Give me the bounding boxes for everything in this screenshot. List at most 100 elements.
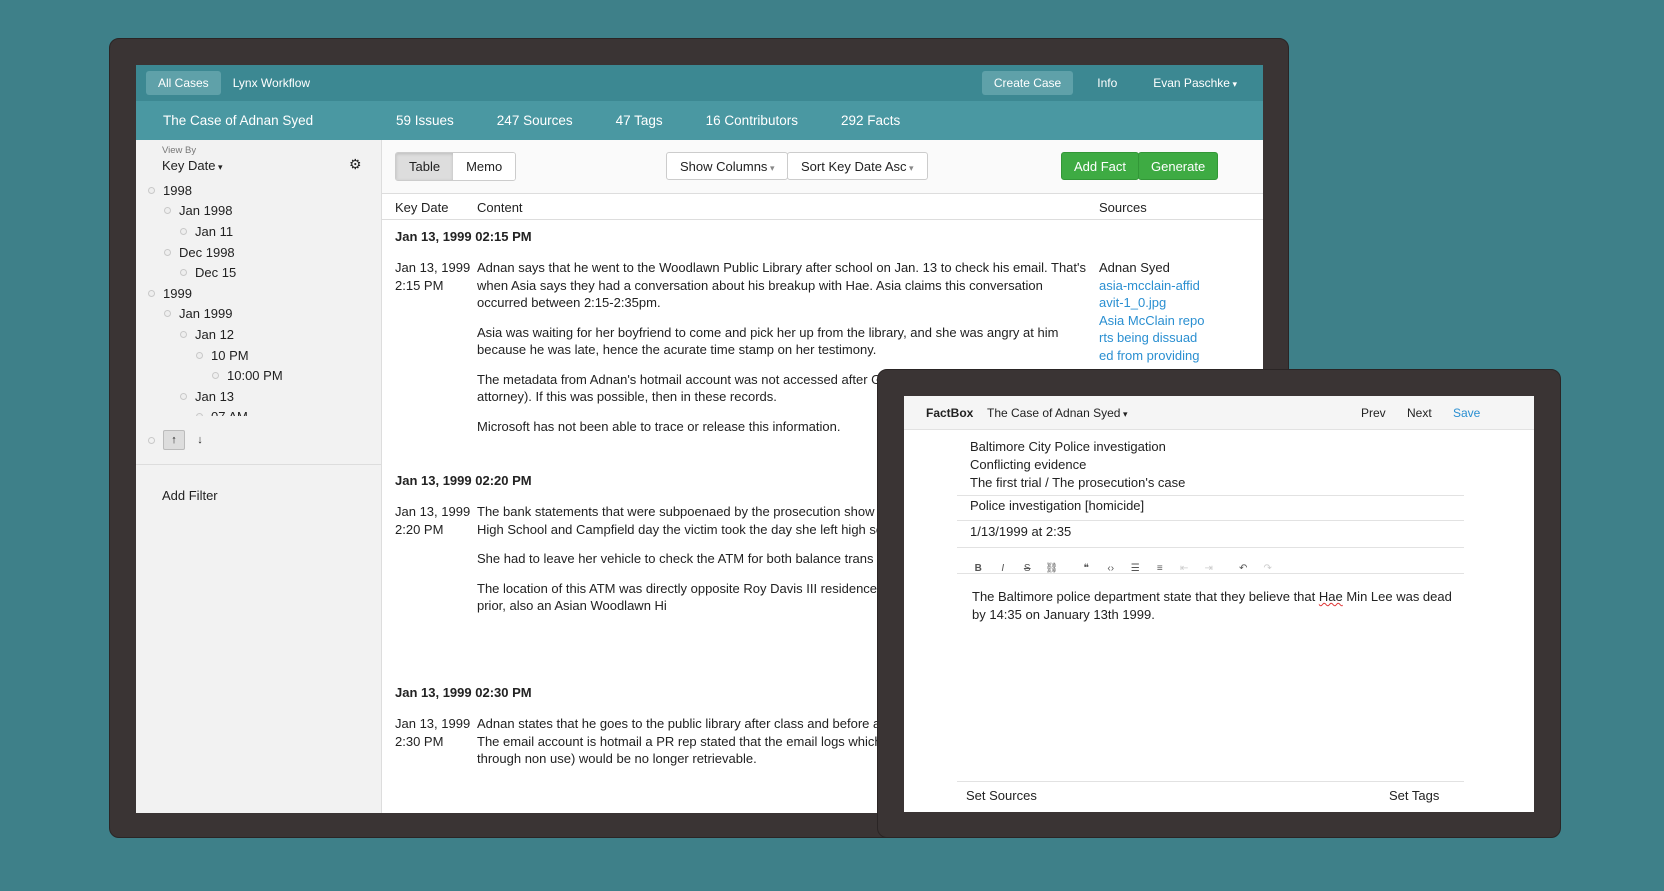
factbox-case-dropdown[interactable]: The Case of Adnan Syed — [987, 406, 1127, 420]
add-fact-button[interactable]: Add Fact — [1061, 152, 1140, 180]
source-link[interactable]: Asia McClain repo rts being dissuad ed f… — [1099, 312, 1207, 365]
tree-node-label: Dec 1998 — [179, 244, 235, 260]
fact-paragraph: Asia was waiting for her boyfriend to co… — [477, 324, 1059, 358]
issue-item: The first trial / The prosecution's case — [970, 475, 1186, 490]
col-key-date[interactable]: Key Date — [395, 200, 448, 215]
tree-node[interactable]: 07 AM — [148, 407, 373, 416]
group-heading: Jan 13, 1999 02:20 PM — [395, 473, 532, 488]
date-tree: 1998 Jan 1998 Jan 11 Dec 1998 Dec 15 1999 Jan … — [148, 180, 373, 416]
tree-node[interactable]: 1999 — [148, 283, 373, 304]
view-toggle: Table Memo — [395, 152, 517, 181]
tree-node[interactable]: Jan 1998 — [148, 201, 373, 222]
stat-sources[interactable]: 247 Sources — [497, 113, 573, 128]
issue-item: Baltimore City Police investigation — [970, 439, 1166, 454]
fact-editor[interactable]: The Baltimore police department state th… — [972, 588, 1462, 624]
next-button[interactable]: Next — [1407, 406, 1432, 420]
nav-workflow[interactable]: Lynx Workflow — [221, 71, 322, 95]
row-date: Jan 13, 1999 2:20 PM — [395, 504, 471, 537]
table-view-button[interactable]: Table — [396, 153, 454, 180]
issues-list[interactable]: Baltimore City Police investigation Conf… — [970, 438, 1185, 492]
factbox-screen: FactBox The Case of Adnan Syed Prev Next… — [904, 396, 1534, 812]
stat-contributors[interactable]: 16 Contributors — [706, 113, 798, 128]
source-link[interactable]: asia-mcclain-affid avit-1_0.jpg — [1099, 277, 1207, 312]
divider — [957, 781, 1464, 782]
generate-button[interactable]: Generate — [1138, 152, 1219, 180]
user-menu[interactable]: Evan Paschke — [1141, 71, 1249, 95]
tree-node[interactable]: Dec 15 — [148, 262, 373, 283]
divider — [957, 520, 1464, 521]
case-summary-bar: The Case of Adnan Syed 59 Issues 247 Sou… — [136, 101, 1263, 140]
tree-node[interactable]: Jan 11 — [148, 221, 373, 242]
tree-dot — [180, 269, 187, 277]
sort-dropdown[interactable]: Sort Key Date Asc — [787, 152, 928, 180]
set-sources-link[interactable]: Set Sources — [966, 788, 1037, 803]
prev-button[interactable]: Prev — [1361, 406, 1386, 420]
tree-dot — [196, 351, 203, 359]
tree-node[interactable]: 10 PM — [148, 345, 373, 366]
memo-view-button[interactable]: Memo — [453, 153, 516, 180]
tree-dot — [148, 436, 155, 444]
factbox-navbar: FactBox The Case of Adnan Syed Prev Next… — [904, 396, 1534, 430]
tree-dot — [164, 248, 171, 256]
tree-node-label: Jan 11 — [195, 223, 234, 239]
tree-node[interactable]: 1998 — [148, 180, 373, 201]
row-date: Jan 13, 1999 2:15 PM — [395, 260, 471, 293]
spellcheck-word: Hae — [1318, 589, 1343, 604]
stat-facts[interactable]: 292 Facts — [841, 113, 900, 128]
tree-node-label: 1999 — [163, 285, 192, 301]
tree-nav: ↑ ↓ — [148, 430, 215, 450]
show-columns-dropdown[interactable]: Show Columns — [666, 152, 789, 180]
fact-toolbar: Table Memo Show Columns Sort Key Date As… — [382, 140, 1263, 194]
col-content[interactable]: Content — [477, 200, 523, 215]
fact-date-field[interactable]: 1/13/1999 at 2:35 — [970, 523, 1071, 541]
tree-dot — [212, 372, 219, 380]
set-tags-link[interactable]: Set Tags — [1389, 788, 1439, 803]
tree-dot — [180, 330, 187, 338]
tree-node-label: Jan 1998 — [179, 203, 233, 219]
save-button[interactable]: Save — [1453, 406, 1480, 420]
row-sources: Adnan Syed asia-mcclain-affid avit-1_0.j… — [1099, 259, 1207, 364]
tree-dot — [164, 310, 171, 318]
create-case-button[interactable]: Create Case — [981, 71, 1074, 95]
arrow-down-icon[interactable]: ↓ — [189, 430, 211, 450]
tree-node-label: Jan 1999 — [179, 306, 233, 322]
nav-all-cases[interactable]: All Cases — [146, 71, 221, 95]
view-by-caption: View By — [162, 145, 197, 156]
tree-node[interactable]: Dec 1998 — [148, 242, 373, 263]
col-sources[interactable]: Sources — [1099, 200, 1147, 215]
stat-tags[interactable]: 47 Tags — [616, 113, 663, 128]
sidebar-divider — [136, 464, 381, 465]
divider — [957, 573, 1464, 574]
gear-icon[interactable]: ⚙ — [349, 156, 362, 173]
tree-dot — [164, 207, 171, 215]
view-by-dropdown[interactable]: Key Date — [162, 158, 223, 173]
tree-node-label: Jan 12 — [195, 326, 235, 342]
fact-title-field[interactable]: Police investigation [homicide] — [970, 497, 1144, 515]
nav-info[interactable]: Info — [1085, 71, 1129, 95]
case-title[interactable]: The Case of Adnan Syed — [136, 113, 396, 128]
tree-dot — [180, 392, 187, 400]
tree-node[interactable]: 10:00 PM — [148, 365, 373, 386]
tree-node[interactable]: Jan 13 — [148, 386, 373, 407]
add-filter-link[interactable]: Add Filter — [162, 488, 218, 503]
tree-node[interactable]: Jan 1999 — [148, 304, 373, 325]
arrow-up-icon[interactable]: ↑ — [163, 430, 185, 450]
tree-node-label: 1998 — [163, 182, 192, 198]
tree-node-label: 10 PM — [211, 347, 249, 363]
tree-node[interactable]: Jan 12 — [148, 324, 373, 345]
issue-item: Conflicting evidence — [970, 457, 1087, 472]
tree-dot — [180, 227, 187, 235]
factbox-brand[interactable]: FactBox — [926, 406, 973, 420]
tree-dot — [196, 413, 203, 416]
tree-node-label: Jan 13 — [195, 388, 235, 404]
group-heading: Jan 13, 1999 02:30 PM — [395, 685, 532, 700]
table-header: Key Date Content Sources — [382, 194, 1263, 220]
source-name: Adnan Syed — [1099, 260, 1170, 275]
sidebar: View By Key Date ⚙ 1998 Jan 1998 Jan 11 Dec… — [136, 140, 382, 813]
fact-paragraph: Adnan says that he went to the Woodlawn … — [477, 260, 1087, 310]
row-date: Jan 13, 1999 2:30 PM — [395, 716, 471, 749]
stat-issues[interactable]: 59 Issues — [396, 113, 454, 128]
tree-dot — [148, 186, 155, 194]
tablet-frame: FactBox The Case of Adnan Syed Prev Next… — [877, 369, 1561, 838]
tree-dot — [148, 289, 155, 297]
